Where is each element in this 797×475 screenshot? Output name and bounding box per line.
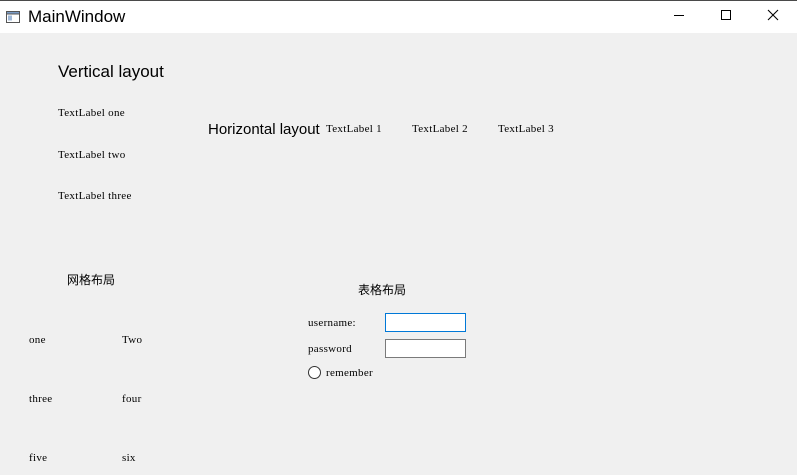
minimize-icon	[673, 8, 685, 26]
username-label: username:	[308, 317, 356, 329]
horizontal-label-2: TextLabel 2	[412, 123, 468, 135]
vertical-label-three: TextLabel three	[58, 190, 132, 202]
vertical-label-one: TextLabel one	[58, 107, 125, 119]
window-title: MainWindow	[28, 7, 126, 26]
grid-cell-six: six	[122, 452, 136, 464]
username-input[interactable]	[385, 313, 466, 332]
form-layout-title: 表格布局	[358, 283, 407, 297]
password-input[interactable]	[385, 339, 466, 358]
vertical-label-two: TextLabel two	[58, 149, 126, 161]
grid-cell-four: four	[122, 393, 142, 405]
remember-label[interactable]: remember	[326, 367, 373, 379]
close-button[interactable]	[750, 1, 796, 33]
window-app-icon	[6, 10, 20, 23]
grid-cell-one: one	[29, 334, 46, 346]
horizontal-label-1: TextLabel 1	[326, 123, 382, 135]
remember-radio[interactable]	[308, 366, 321, 379]
horizontal-layout-title: Horizontal layout	[208, 121, 320, 138]
close-icon	[767, 8, 779, 26]
main-window: MainWindow Vertical layout TextLabel one…	[0, 0, 797, 475]
password-label: password	[308, 343, 352, 355]
grid-cell-three: three	[29, 393, 53, 405]
grid-cell-five: five	[29, 452, 48, 464]
maximize-icon	[720, 8, 732, 26]
grid-cell-two: Two	[122, 334, 143, 346]
title-bar[interactable]: MainWindow	[0, 0, 797, 33]
maximize-button[interactable]	[703, 1, 749, 33]
vertical-layout-title: Vertical layout	[58, 62, 164, 81]
minimize-button[interactable]	[656, 1, 702, 33]
horizontal-label-3: TextLabel 3	[498, 123, 554, 135]
grid-layout-title: 网格布局	[67, 273, 116, 287]
